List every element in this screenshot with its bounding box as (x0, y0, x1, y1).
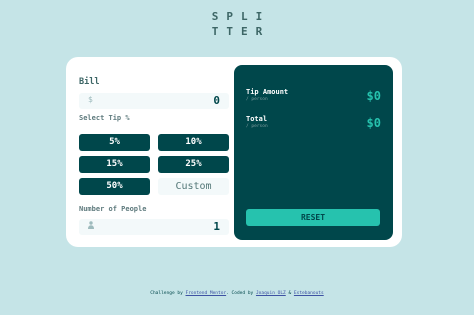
person-icon (88, 221, 94, 231)
frontend-mentor-link[interactable]: Frontend Mentor (186, 291, 227, 296)
tip-25-button[interactable]: 25% (158, 156, 229, 173)
results-panel: Tip Amount / person $0 Total / person $0… (234, 65, 393, 240)
footer-middle: . Coded by (226, 291, 256, 296)
tip-15-button[interactable]: 15% (79, 156, 150, 173)
custom-tip-input[interactable]: Custom (158, 178, 229, 195)
logo-line-2: TTER (211, 25, 271, 38)
tip-amount-per-person: / person (246, 97, 268, 102)
footer-prefix: Challenge by (150, 291, 186, 296)
total-label: Total (246, 115, 268, 123)
footer-amp: & (285, 291, 294, 296)
tip-amount-value: $0 (366, 89, 381, 103)
tip-10-button[interactable]: 10% (158, 134, 229, 151)
people-input[interactable]: 1 (79, 219, 229, 235)
author-link-1[interactable]: Joaquin OLZ (256, 291, 286, 296)
bill-label: Bill (79, 77, 100, 87)
reset-button[interactable]: RESET (246, 209, 380, 226)
total-value: $0 (366, 116, 381, 130)
tip-50-button[interactable]: 50% (79, 178, 150, 195)
dollar-icon: $ (88, 95, 93, 104)
people-value: 1 (213, 220, 220, 233)
number-of-people-label: Number of People (79, 205, 147, 213)
attribution-footer: Challenge by Frontend Mentor. Coded by J… (0, 291, 474, 296)
app-logo: SPLI TTER (0, 9, 474, 39)
logo-line-1: SPLI (211, 10, 271, 23)
bill-input[interactable]: $ 0 (79, 93, 229, 109)
total-per-person: / person (246, 124, 268, 129)
select-tip-label: Select Tip % (79, 114, 130, 122)
author-link-2[interactable]: Estebanouts (294, 291, 324, 296)
tip-amount-label: Tip Amount (246, 88, 289, 96)
tip-5-button[interactable]: 5% (79, 134, 150, 151)
bill-value: 0 (213, 94, 220, 107)
